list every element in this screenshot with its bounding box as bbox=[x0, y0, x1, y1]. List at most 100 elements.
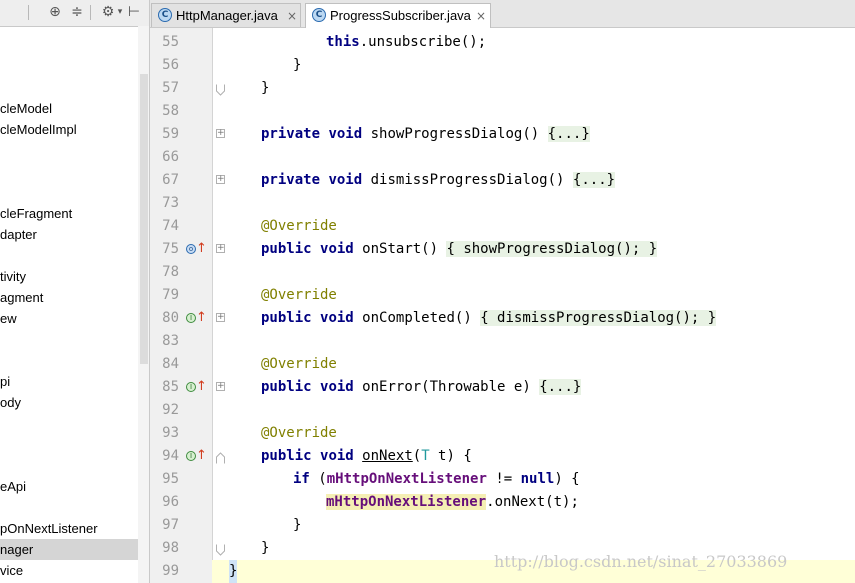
line-number: 93 bbox=[162, 425, 179, 441]
fold-end-marker[interactable] bbox=[216, 541, 225, 556]
code-line[interactable]: 84 @Override bbox=[150, 353, 855, 376]
code-line[interactable]: 75 o ↑ + public void onStart() { showPro… bbox=[150, 238, 855, 261]
code-line[interactable]: 93 @Override bbox=[150, 422, 855, 445]
tree-item-label: ody bbox=[0, 395, 21, 410]
code-text: public void onNext(T t) { bbox=[261, 448, 472, 464]
fold-end-marker[interactable] bbox=[216, 81, 225, 96]
line-number: 75 bbox=[162, 241, 179, 257]
tree-item[interactable]: nager bbox=[0, 539, 138, 560]
code-line[interactable]: 96 mHttpOnNextListener.onNext(t); bbox=[150, 491, 855, 514]
highlighted-usage: mHttpOnNextListener bbox=[326, 494, 487, 510]
arrow-up-icon[interactable]: ↑ bbox=[196, 448, 207, 464]
implements-method-icon[interactable]: I bbox=[186, 313, 196, 323]
tree-item[interactable]: cleFragment bbox=[0, 203, 138, 224]
code-line[interactable]: 66 bbox=[150, 146, 855, 169]
tab-label: ProgressSubscriber.java bbox=[330, 8, 471, 23]
tree-item[interactable]: cleModel bbox=[0, 98, 138, 119]
code-editor[interactable]: 55 this.unsubscribe(); 56 } 57 } 58 59 +… bbox=[150, 28, 855, 583]
tree-item[interactable]: agment bbox=[0, 287, 138, 308]
line-number: 84 bbox=[162, 356, 179, 372]
tree-item-label: eApi bbox=[0, 479, 27, 494]
code-line[interactable]: 80 I ↑ + public void onCompleted() { dis… bbox=[150, 307, 855, 330]
code-text: mHttpOnNextListener.onNext(t); bbox=[326, 494, 579, 510]
implements-method-icon[interactable]: I bbox=[186, 382, 196, 392]
tree-item[interactable]: tivity bbox=[0, 266, 138, 287]
tree-item-label: pi bbox=[0, 374, 11, 389]
line-number: 80 bbox=[162, 310, 179, 326]
tab-http-manager[interactable]: C HttpManager.java × bbox=[151, 3, 301, 27]
annotation: @Override bbox=[261, 287, 337, 303]
folded-region: {...} bbox=[539, 379, 582, 395]
java-class-icon: C bbox=[312, 8, 326, 22]
code-line[interactable]: 56 } bbox=[150, 54, 855, 77]
code-text: private void showProgressDialog() {...} bbox=[261, 126, 590, 142]
line-number: 92 bbox=[162, 402, 179, 418]
code-line[interactable]: 83 bbox=[150, 330, 855, 353]
fold-start-marker[interactable] bbox=[216, 449, 225, 464]
tree-item[interactable]: ody bbox=[0, 392, 138, 413]
tree-item-label: ew bbox=[0, 311, 17, 326]
project-panel: ⊕ ≑ ⚙ ▾ ⊢ cleModel cleModelImpl cleFragmen… bbox=[0, 0, 150, 583]
code-line[interactable]: 57 } bbox=[150, 77, 855, 100]
hide-panel-icon[interactable]: ⊢ bbox=[126, 4, 142, 20]
collapse-all-icon[interactable]: ≑ bbox=[69, 4, 85, 20]
tree-scrollbar-thumb[interactable] bbox=[140, 74, 148, 364]
code-line[interactable]: 74 @Override bbox=[150, 215, 855, 238]
close-icon[interactable]: × bbox=[476, 5, 486, 27]
line-number: 98 bbox=[162, 540, 179, 556]
line-number: 95 bbox=[162, 471, 179, 487]
fold-expand-icon[interactable]: + bbox=[216, 382, 225, 391]
tab-progress-subscriber[interactable]: C ProgressSubscriber.java × bbox=[305, 3, 491, 28]
code-line[interactable]: 73 bbox=[150, 192, 855, 215]
code-line[interactable]: 94 I ↑ public void onNext(T t) { bbox=[150, 445, 855, 468]
project-tree: cleModel cleModelImpl cleFragment dapter tiv… bbox=[0, 26, 138, 583]
tree-item[interactable]: eApi bbox=[0, 476, 138, 497]
tree-item[interactable]: pi bbox=[0, 371, 138, 392]
tree-item[interactable]: dapter bbox=[0, 224, 138, 245]
scroll-from-source-icon[interactable]: ⊕ bbox=[47, 4, 63, 20]
annotation: @Override bbox=[261, 218, 337, 234]
fold-expand-icon[interactable]: + bbox=[216, 175, 225, 184]
code-text: } bbox=[261, 540, 270, 556]
code-line[interactable]: 67 + private void dismissProgressDialog(… bbox=[150, 169, 855, 192]
code-line[interactable]: 79 @Override bbox=[150, 284, 855, 307]
code-text: if (mHttpOnNextListener != null) { bbox=[293, 471, 580, 487]
tree-item-label: vice bbox=[0, 563, 24, 578]
close-icon[interactable]: × bbox=[287, 5, 297, 27]
line-number: 57 bbox=[162, 80, 179, 96]
method-name: onNext bbox=[362, 448, 413, 464]
code-line[interactable]: 97 } bbox=[150, 514, 855, 537]
line-number: 96 bbox=[162, 494, 179, 510]
tree-item[interactable]: pOnNextListener bbox=[0, 518, 138, 539]
fold-expand-icon[interactable]: + bbox=[216, 244, 225, 253]
line-number: 94 bbox=[162, 448, 179, 464]
fold-expand-icon[interactable]: + bbox=[216, 129, 225, 138]
folded-region: {...} bbox=[547, 126, 590, 142]
tree-item-label: dapter bbox=[0, 227, 37, 242]
implements-method-icon[interactable]: o bbox=[186, 244, 196, 254]
implements-method-icon[interactable]: I bbox=[186, 451, 196, 461]
arrow-up-icon[interactable]: ↑ bbox=[196, 241, 207, 257]
folded-region: { dismissProgressDialog(); } bbox=[480, 310, 717, 326]
code-line[interactable]: 78 bbox=[150, 261, 855, 284]
folded-region: { showProgressDialog(); } bbox=[446, 241, 658, 257]
line-number: 73 bbox=[162, 195, 179, 211]
code-line[interactable]: 85 I ↑ + public void onError(Throwable e… bbox=[150, 376, 855, 399]
line-number: 58 bbox=[162, 103, 179, 119]
tree-item[interactable]: cleModelImpl bbox=[0, 119, 138, 140]
tree-item-label: tivity bbox=[0, 269, 26, 284]
fold-expand-icon[interactable]: + bbox=[216, 313, 225, 322]
code-text: } bbox=[293, 57, 302, 73]
tree-item[interactable]: ew bbox=[0, 308, 138, 329]
annotation: @Override bbox=[261, 356, 337, 372]
code-line[interactable]: 95 if (mHttpOnNextListener != null) { bbox=[150, 468, 855, 491]
code-line[interactable]: 58 bbox=[150, 100, 855, 123]
arrow-up-icon[interactable]: ↑ bbox=[196, 310, 207, 326]
line-number: 83 bbox=[162, 333, 179, 349]
code-line[interactable]: 59 + private void showProgressDialog() {… bbox=[150, 123, 855, 146]
arrow-up-icon[interactable]: ↑ bbox=[196, 379, 207, 395]
code-text: } bbox=[293, 517, 302, 533]
tree-item[interactable]: vice bbox=[0, 560, 138, 581]
code-line[interactable]: 55 this.unsubscribe(); bbox=[150, 31, 855, 54]
code-line[interactable]: 92 bbox=[150, 399, 855, 422]
